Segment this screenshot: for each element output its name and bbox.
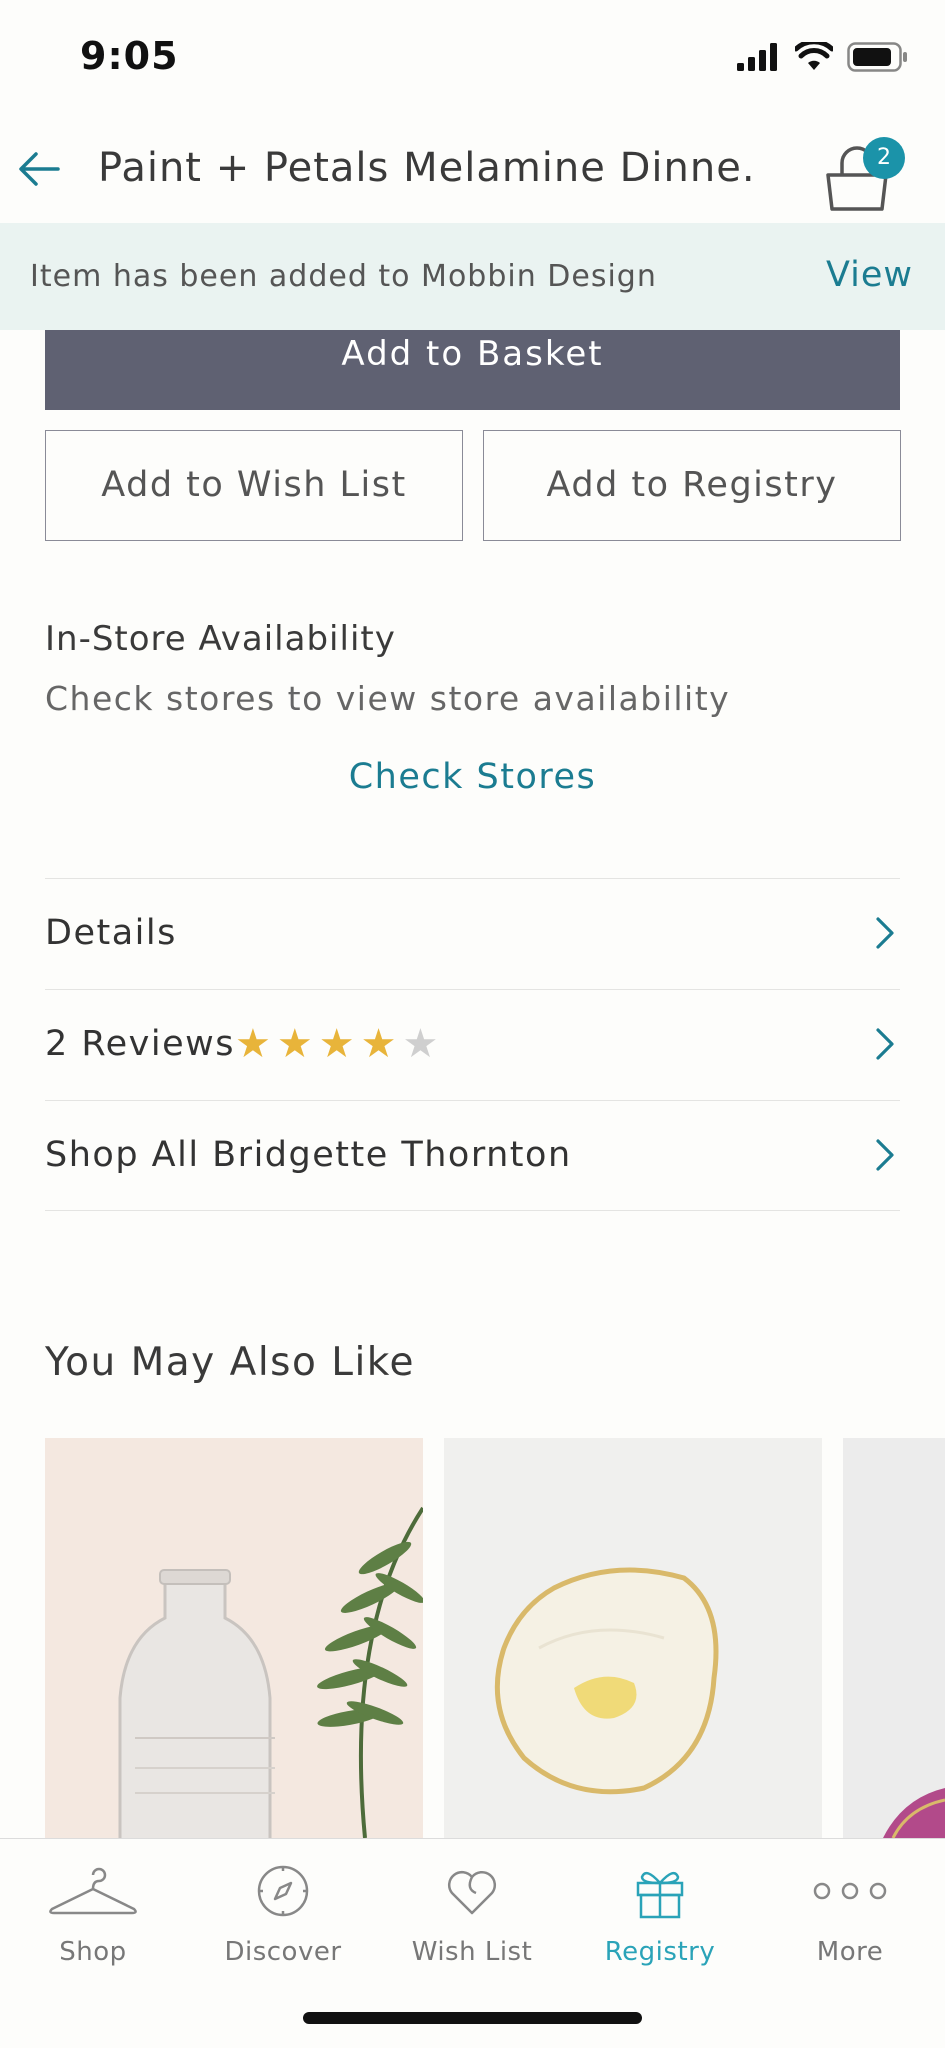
- check-stores-link[interactable]: Check Stores: [0, 757, 945, 797]
- availability-subtitle: Check stores to view store availability: [45, 679, 731, 718]
- tab-wish-list[interactable]: Wish List: [397, 1859, 547, 1967]
- home-indicator: [303, 2012, 642, 2024]
- row-label: Shop All Bridgette Thornton: [45, 1135, 572, 1175]
- toast-message: Item has been added to Mobbin Design: [30, 259, 657, 294]
- chevron-right-icon: [876, 1028, 894, 1060]
- shop-all-brand-row[interactable]: Shop All Bridgette Thornton: [45, 1100, 900, 1211]
- chevron-right-icon: [876, 1139, 894, 1171]
- tab-shop[interactable]: Shop: [18, 1859, 168, 1967]
- recommended-product-image[interactable]: [843, 1438, 945, 1838]
- add-to-registry-button[interactable]: Add to Registry: [483, 430, 901, 541]
- toast-view-link[interactable]: View: [826, 255, 913, 295]
- tab-label: Wish List: [411, 1937, 533, 1967]
- status-icons: [737, 42, 909, 72]
- star-rating: ★ ★ ★ ★ ★: [235, 1020, 438, 1068]
- added-toast: Item has been added to Mobbin Design Vie…: [0, 223, 945, 330]
- wifi-icon: [795, 42, 833, 70]
- signal-icon: [737, 43, 777, 71]
- star-icon: ★: [402, 1021, 439, 1067]
- row-label: 2 Reviews: [45, 1024, 236, 1064]
- chevron-right-icon: [876, 917, 894, 949]
- add-to-basket-button[interactable]: Add to Basket: [45, 330, 900, 410]
- page-title: Paint + Petals Melamine Dinne...: [98, 145, 758, 191]
- availability-title: In-Store Availability: [45, 619, 396, 659]
- status-time: 9:05: [80, 34, 179, 78]
- tab-label: Shop: [59, 1937, 127, 1967]
- star-icon: ★: [360, 1021, 397, 1067]
- recommendations-title: You May Also Like: [45, 1340, 415, 1385]
- hanger-icon: [49, 1867, 137, 1915]
- battery-icon: [847, 42, 907, 72]
- add-to-wish-list-button[interactable]: Add to Wish List: [45, 430, 463, 541]
- details-row[interactable]: Details: [45, 878, 900, 989]
- back-arrow-icon[interactable]: [14, 143, 66, 195]
- status-bar: 9:05: [0, 0, 945, 115]
- tab-registry[interactable]: Registry: [585, 1859, 735, 1967]
- recommended-product-image[interactable]: [444, 1438, 822, 1838]
- tab-discover[interactable]: Discover: [208, 1859, 358, 1967]
- more-icon: [813, 1882, 887, 1900]
- tab-label: Registry: [604, 1937, 716, 1967]
- heart-icon: [447, 1870, 497, 1915]
- star-icon: ★: [276, 1021, 313, 1067]
- tab-more[interactable]: More: [775, 1859, 925, 1967]
- row-label: Details: [45, 913, 177, 953]
- tab-label: Discover: [224, 1937, 342, 1967]
- tab-label: More: [816, 1937, 884, 1967]
- gift-icon: [636, 1871, 684, 1919]
- compass-icon: [257, 1865, 309, 1917]
- nav-bar: Paint + Petals Melamine Dinne... 2: [0, 115, 945, 223]
- reviews-row[interactable]: 2 Reviews ★ ★ ★ ★ ★: [45, 989, 900, 1100]
- cart-count-badge: 2: [863, 137, 905, 179]
- recommended-product-image[interactable]: [45, 1438, 423, 1838]
- star-icon: ★: [235, 1021, 271, 1067]
- star-icon: ★: [318, 1021, 355, 1067]
